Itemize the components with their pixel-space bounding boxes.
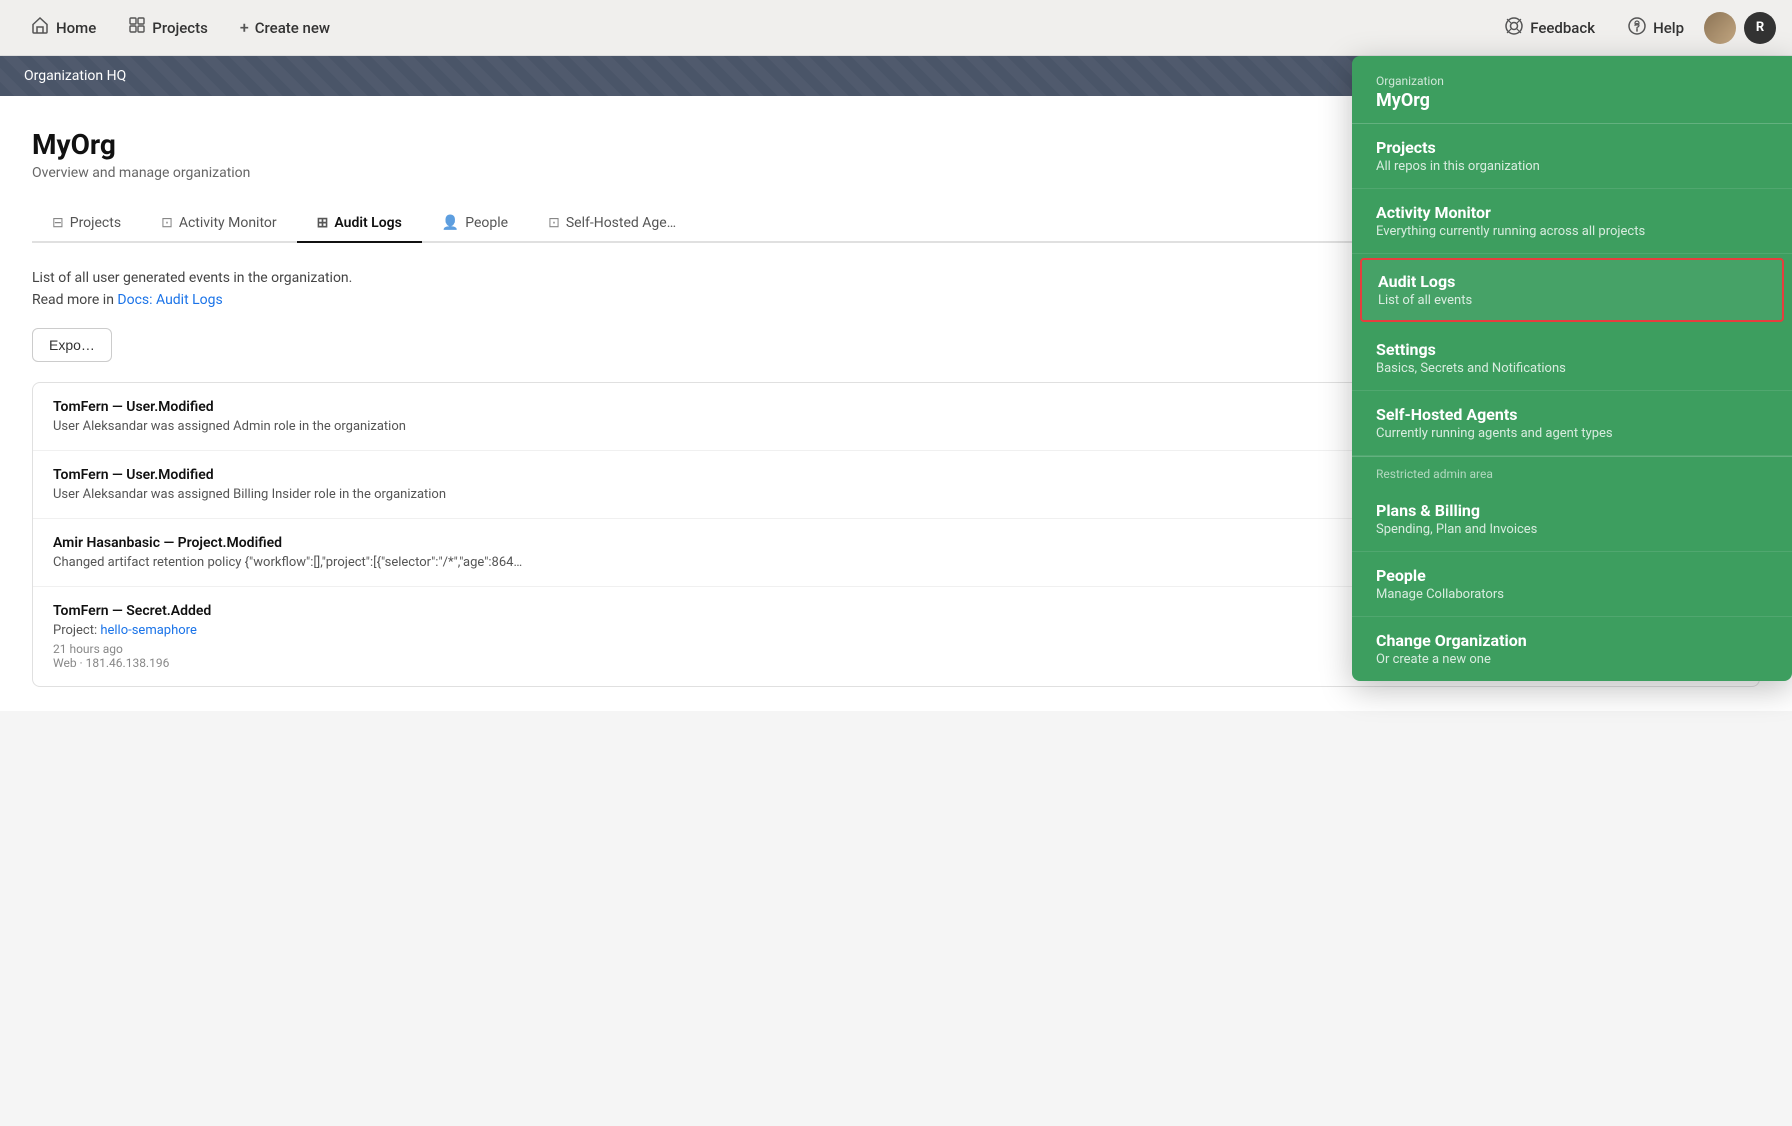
dropdown-item-change-org-desc: Or create a new one: [1376, 652, 1768, 667]
tab-projects[interactable]: ⊟ Projects: [32, 205, 141, 243]
dropdown-item-self-hosted[interactable]: Self-Hosted Agents Currently running age…: [1352, 391, 1792, 456]
dropdown-item-settings-desc: Basics, Secrets and Notifications: [1376, 361, 1768, 376]
tab-people-label: People: [465, 215, 508, 231]
dropdown-item-self-hosted-desc: Currently running agents and agent types: [1376, 426, 1768, 441]
dropdown-item-plans-billing[interactable]: Plans & Billing Spending, Plan and Invoi…: [1352, 487, 1792, 552]
dropdown-item-activity-desc: Everything currently running across all …: [1376, 224, 1768, 239]
dropdown-item-plans-desc: Spending, Plan and Invoices: [1376, 522, 1768, 537]
dropdown-org-label: Organization: [1376, 74, 1768, 88]
dropdown-header: Organization MyOrg: [1352, 56, 1792, 124]
dropdown-item-people[interactable]: People Manage Collaborators: [1352, 552, 1792, 617]
user-avatar-photo[interactable]: [1704, 12, 1736, 44]
tab-activity-monitor[interactable]: ⊡ Activity Monitor: [141, 205, 297, 243]
dropdown-item-settings[interactable]: Settings Basics, Secrets and Notificatio…: [1352, 326, 1792, 391]
tab-audit-logs[interactable]: ⊞ Audit Logs: [297, 205, 422, 243]
feedback-label: Feedback: [1530, 19, 1595, 37]
org-banner-label: Organization HQ: [24, 68, 126, 84]
dropdown-item-settings-title: Settings: [1376, 340, 1768, 359]
tab-people-icon: 👤: [442, 215, 459, 231]
dropdown-item-activity-monitor[interactable]: Activity Monitor Everything currently ru…: [1352, 189, 1792, 254]
dropdown-item-people-desc: Manage Collaborators: [1376, 587, 1768, 602]
home-label: Home: [56, 19, 96, 37]
dropdown-item-projects-desc: All repos in this organization: [1376, 159, 1768, 174]
dropdown-item-projects-title: Projects: [1376, 138, 1768, 157]
tab-self-hosted-label: Self-Hosted Age…: [566, 215, 676, 231]
tab-self-hosted[interactable]: ⊡ Self-Hosted Age…: [528, 205, 696, 243]
tab-audit-label: Audit Logs: [334, 215, 401, 231]
dropdown-item-change-org[interactable]: Change Organization Or create a new one: [1352, 617, 1792, 681]
top-nav: Home Projects + Create new: [0, 0, 1792, 56]
dropdown-item-plans-title: Plans & Billing: [1376, 501, 1768, 520]
projects-icon: [128, 16, 146, 39]
content-desc-line1: List of all user generated events in the…: [32, 270, 352, 286]
user-initial-text: R: [1756, 20, 1764, 35]
help-label: Help: [1653, 19, 1684, 37]
help-icon: [1627, 16, 1647, 40]
tab-people[interactable]: 👤 People: [422, 205, 528, 243]
org-dropdown: Organization MyOrg Projects All repos in…: [1352, 56, 1792, 681]
tab-activity-label: Activity Monitor: [179, 215, 277, 231]
dropdown-org-name: MyOrg: [1376, 90, 1768, 111]
dropdown-item-audit-logs[interactable]: Audit Logs List of all events: [1360, 258, 1784, 322]
nav-left: Home Projects + Create new: [16, 9, 1492, 46]
dropdown-item-self-hosted-title: Self-Hosted Agents: [1376, 405, 1768, 424]
dropdown-item-change-org-title: Change Organization: [1376, 631, 1768, 650]
create-new-nav-item[interactable]: + Create new: [226, 12, 344, 43]
dropdown-restricted-label: Restricted admin area: [1352, 456, 1792, 487]
user-avatar-initial[interactable]: R: [1744, 12, 1776, 44]
docs-audit-logs-link[interactable]: Docs: Audit Logs: [117, 292, 222, 308]
tab-audit-icon: ⊞: [317, 215, 329, 231]
dropdown-item-people-title: People: [1376, 566, 1768, 585]
content-desc-prefix: Read more in: [32, 292, 117, 308]
create-new-plus-icon: +: [240, 18, 249, 37]
dropdown-item-activity-title: Activity Monitor: [1376, 203, 1768, 222]
log-project-link[interactable]: hello-semaphore: [100, 623, 197, 638]
feedback-icon: [1504, 16, 1524, 40]
nav-right: Feedback Help R: [1492, 10, 1776, 46]
dropdown-item-audit-title: Audit Logs: [1378, 272, 1766, 291]
export-label: Expo…: [49, 337, 95, 353]
feedback-nav-item[interactable]: Feedback: [1492, 10, 1607, 46]
export-button[interactable]: Expo…: [32, 328, 112, 362]
projects-label: Projects: [152, 19, 208, 37]
help-nav-item[interactable]: Help: [1615, 10, 1696, 46]
create-new-label: Create new: [255, 19, 330, 37]
dropdown-item-projects[interactable]: Projects All repos in this organization: [1352, 124, 1792, 189]
tab-self-hosted-icon: ⊡: [548, 215, 560, 231]
projects-nav-item[interactable]: Projects: [114, 10, 222, 45]
tab-projects-label: Projects: [70, 215, 121, 231]
home-icon: [30, 15, 50, 40]
tab-activity-icon: ⊡: [161, 215, 173, 231]
home-nav-item[interactable]: Home: [16, 9, 110, 46]
tab-projects-icon: ⊟: [52, 215, 64, 231]
dropdown-item-audit-desc: List of all events: [1378, 293, 1766, 308]
